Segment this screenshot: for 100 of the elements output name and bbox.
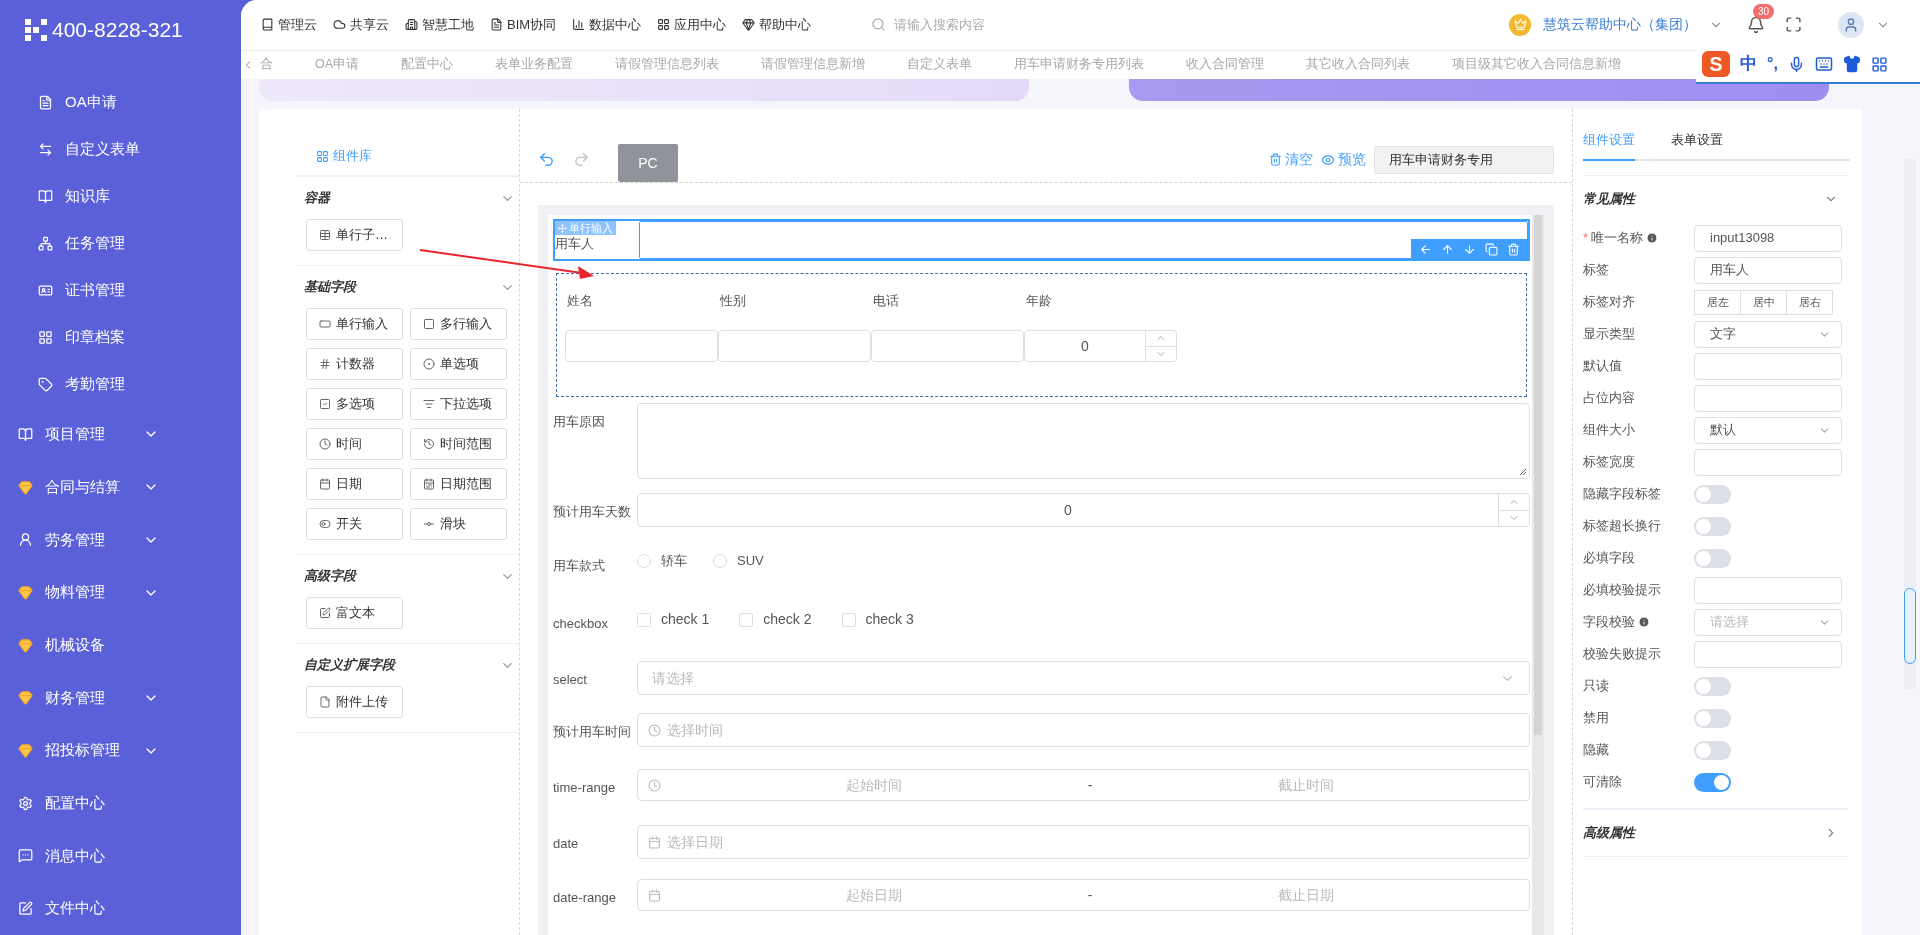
form-row[interactable]: date-range 起始日期 - 截止日期 [553,879,1530,935]
fullscreen-icon[interactable] [1785,16,1802,34]
textarea-field[interactable] [637,403,1530,479]
component-item[interactable]: 时间范围 [410,428,507,460]
toggle-switch[interactable] [1694,516,1731,536]
sidebar-item[interactable]: 任务管理 [0,220,241,268]
component-item[interactable]: 单选项 [410,348,507,380]
component-item[interactable]: 附件上传 [306,686,403,718]
time-range-picker[interactable]: 起始时间 - 截止时间 [637,769,1530,801]
nav-link[interactable]: 应用中心 [657,15,727,35]
align-option[interactable]: 居中 [1740,289,1787,315]
form-row[interactable]: 预计用车天数 0 [553,493,1530,545]
text-field[interactable] [639,221,1528,259]
sidebar-item[interactable]: 证书管理 [0,267,241,315]
checkbox-option[interactable]: check 2 [739,609,812,630]
settings-tab[interactable]: 表单设置 [1671,129,1723,161]
form-row[interactable]: 预计用车时间 选择时间 [553,713,1530,769]
form-row[interactable]: date 选择日期 [553,825,1530,879]
form-row[interactable]: 用车原因 [553,403,1530,493]
nav-link[interactable]: 管理云 [261,15,317,35]
arrow-up-icon[interactable] [1441,242,1454,256]
sidebar-item[interactable]: OA申请 [0,79,241,127]
nav-link[interactable]: 帮助中心 [742,15,812,35]
number-field[interactable]: 0 [637,493,1530,527]
page-scrollbar[interactable] [1904,159,1916,689]
info-icon[interactable] [1638,616,1650,628]
redo-icon[interactable] [573,151,590,168]
org-name[interactable]: 慧筑云帮助中心（集团） [1543,14,1697,36]
group-header[interactable]: 高级字段 [296,555,519,597]
component-item[interactable]: 日期 [306,468,403,500]
date-range-picker[interactable]: 起始日期 - 截止日期 [637,879,1530,911]
avatar[interactable] [1838,11,1864,38]
toggle-switch[interactable] [1694,484,1731,504]
undo-icon[interactable] [538,151,555,168]
arrow-left-icon[interactable] [1419,242,1432,256]
sidebar-item[interactable]: 合同与结算 [0,460,241,514]
form-row[interactable]: checkbox check 1 check 2 check 3 [553,603,1530,661]
section-header[interactable]: 高级属性 [1583,810,1848,856]
keyboard-icon[interactable] [1814,55,1833,73]
bell-icon[interactable] [1747,15,1765,34]
component-item[interactable]: 富文本 [306,597,403,629]
nav-link[interactable]: 智慧工地 [405,15,474,35]
trash-icon[interactable] [1507,242,1520,256]
selected-field[interactable]: 单行输入 用车人 [553,219,1530,261]
nav-link[interactable]: 共享云 [333,15,389,35]
component-item[interactable]: 单行输入 [306,308,403,340]
form-row[interactable]: 用车款式 轿车 SUV [553,545,1530,603]
form-name-field[interactable]: 用车申请财务专用 [1374,145,1554,174]
component-item[interactable]: 开关 [306,508,403,540]
sidebar-item[interactable]: 机械设备 [0,618,241,672]
info-icon[interactable] [1645,232,1658,244]
form-row[interactable]: select 请选择 [553,661,1530,713]
component-item[interactable]: 下拉选项 [410,388,507,420]
component-item[interactable]: 多行输入 [410,308,507,340]
toggle-switch[interactable] [1694,548,1731,568]
select-field[interactable]: 文字 [1694,320,1842,348]
component-item[interactable]: 计数器 [306,348,403,380]
text-field[interactable]: input13098 [1694,224,1842,252]
sidebar-item[interactable]: 项目管理 [0,408,241,461]
copy-icon[interactable] [1485,242,1498,256]
sidebar-item[interactable]: 劳务管理 [0,513,241,567]
toggle-switch[interactable] [1694,676,1731,696]
canvas-scrollbar[interactable] [1532,215,1544,935]
radio-option[interactable]: 轿车 [637,551,687,571]
text-field[interactable]: 用车人 [1694,256,1842,284]
component-item[interactable]: 时间 [306,428,403,460]
ime-punctuation[interactable]: °, [1767,52,1778,76]
toggle-switch[interactable] [1694,708,1731,728]
sidebar-item[interactable]: 印章档案 [0,314,241,362]
sidebar-item[interactable]: 消息中心 [0,829,241,883]
group-header[interactable]: 容器 [296,177,519,219]
radio-option[interactable]: SUV [713,551,764,571]
nav-link[interactable]: 数据中心 [572,15,642,35]
group-header[interactable]: 基础字段 [296,266,519,308]
align-option[interactable]: 居右 [1786,289,1833,315]
sidebar-item[interactable]: 配置中心 [0,776,241,830]
component-item[interactable]: 滑块 [410,508,507,540]
checkbox-option[interactable]: check 1 [637,609,710,630]
sidebar-item[interactable]: 自定义表单 [0,126,241,174]
sidebar-item[interactable]: 知识库 [0,173,241,221]
sidebar-item[interactable]: 考勤管理 [0,361,241,409]
arrow-down-icon[interactable] [1463,242,1476,256]
sidebar-item[interactable]: 财务管理 [0,671,241,725]
component-item[interactable]: 单行子… [306,219,403,251]
component-item[interactable]: 多选项 [306,388,403,420]
grid-container[interactable]: 姓名 性别 电话 年龄 0 [556,273,1527,397]
number-field[interactable]: 0 [1024,330,1177,362]
component-item[interactable]: 日期范围 [410,468,507,500]
select-field[interactable]: 默认 [1694,416,1842,444]
sidebar-item[interactable]: 物料管理 [0,566,241,619]
apps-icon[interactable] [1870,55,1888,73]
sidebar-item[interactable]: 招投标管理 [0,724,241,777]
ime-mode[interactable]: 中 [1740,51,1757,77]
section-header[interactable]: 常见属性 [1583,176,1848,222]
group-header[interactable]: 自定义扩展字段 [296,644,519,686]
checkbox-option[interactable]: check 3 [841,609,914,630]
toggle-switch[interactable] [1694,772,1731,792]
nav-link[interactable]: BIM协同 [490,15,557,35]
toggle-switch[interactable] [1694,740,1731,760]
sidebar-item[interactable]: 文件中心 [0,882,241,935]
